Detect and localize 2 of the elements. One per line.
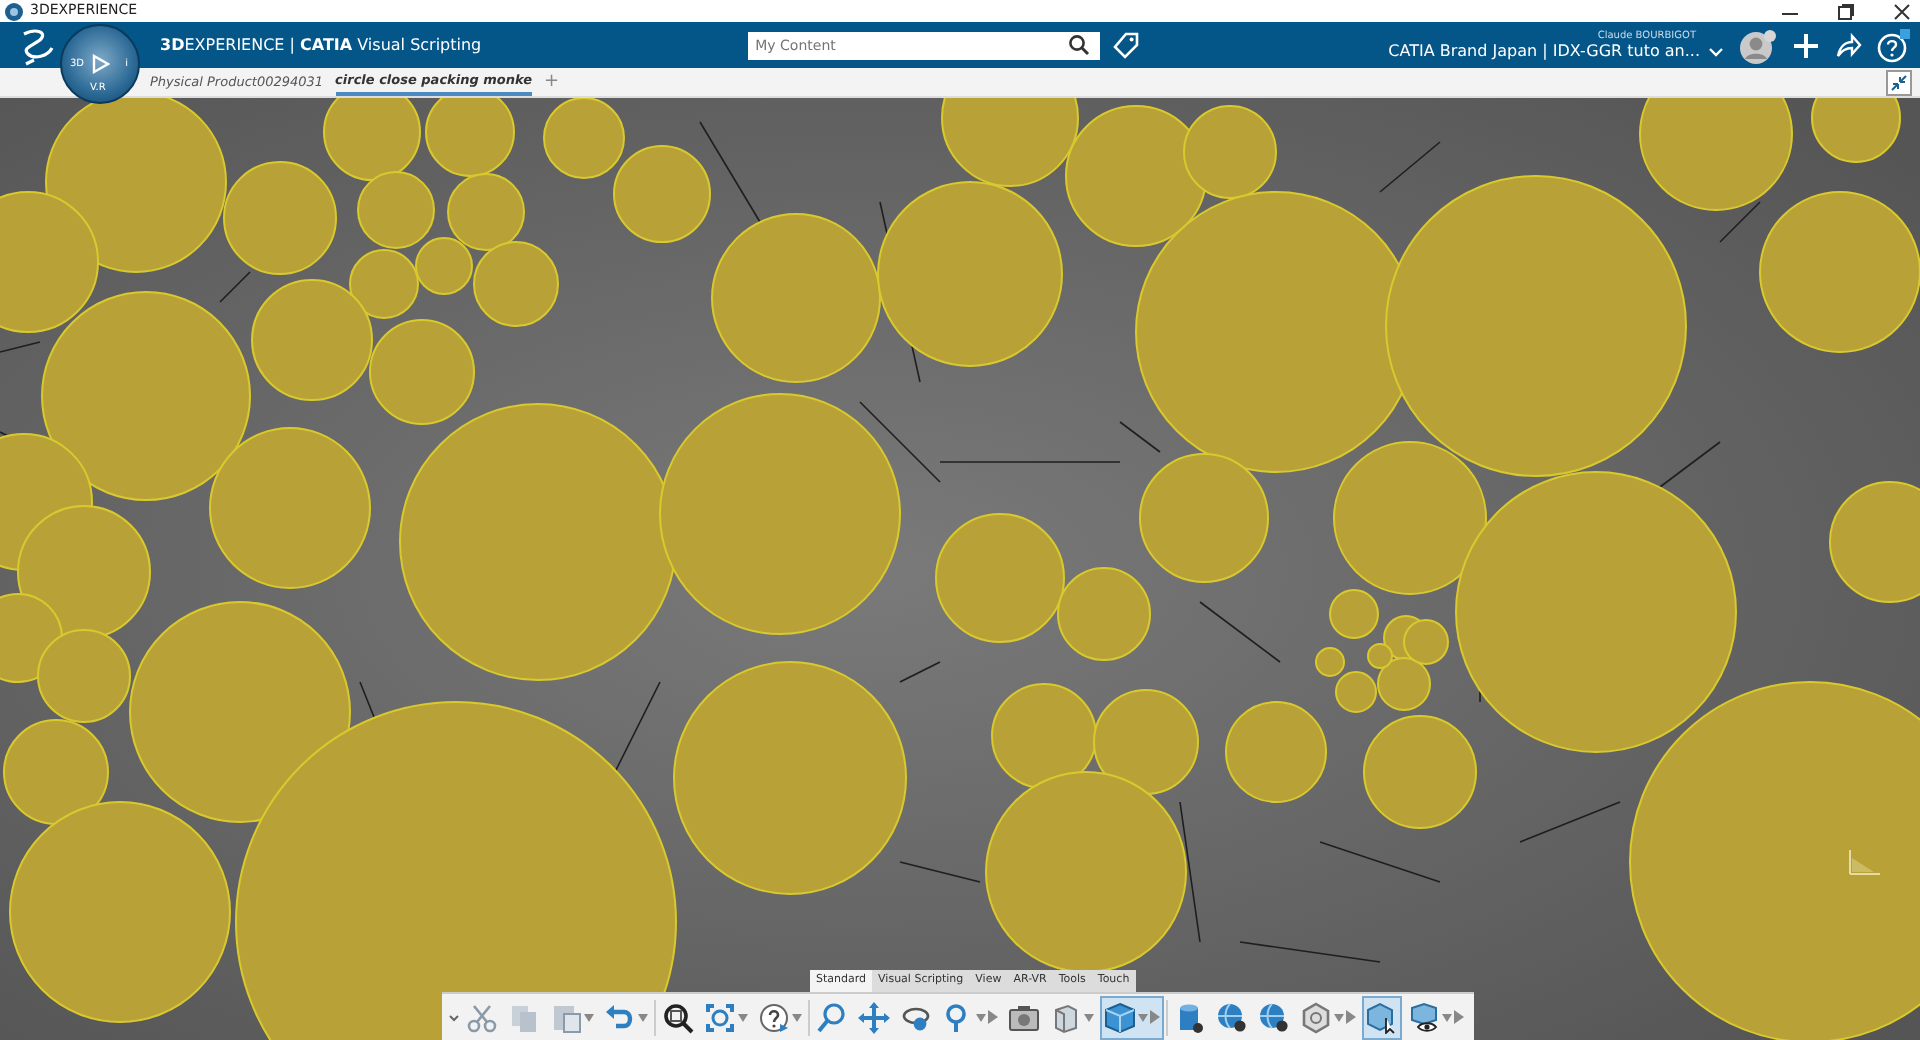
context-selector[interactable]: CATIA Brand Japan | IDX-GGR tuto an... xyxy=(1388,42,1700,60)
app-title: 3DEXPERIENCE | CATIA Visual Scripting xyxy=(160,36,482,54)
